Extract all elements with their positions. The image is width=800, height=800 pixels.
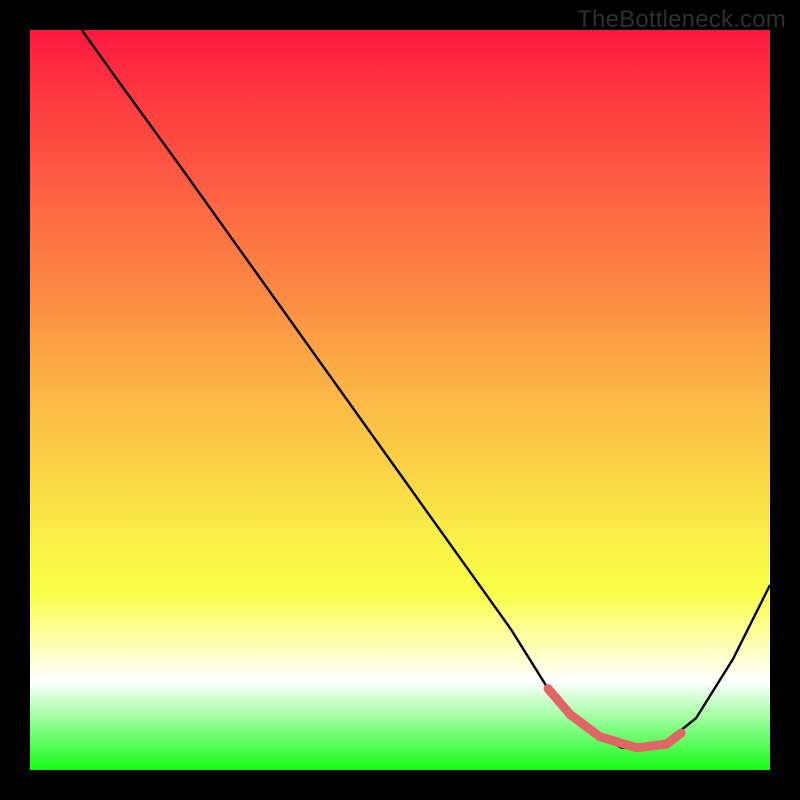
curve-layer	[30, 30, 770, 770]
plot-area	[30, 30, 770, 770]
bottleneck-curve	[82, 30, 770, 748]
optimal-range-highlight	[548, 689, 681, 748]
chart-container: TheBottleneck.com	[0, 0, 800, 800]
